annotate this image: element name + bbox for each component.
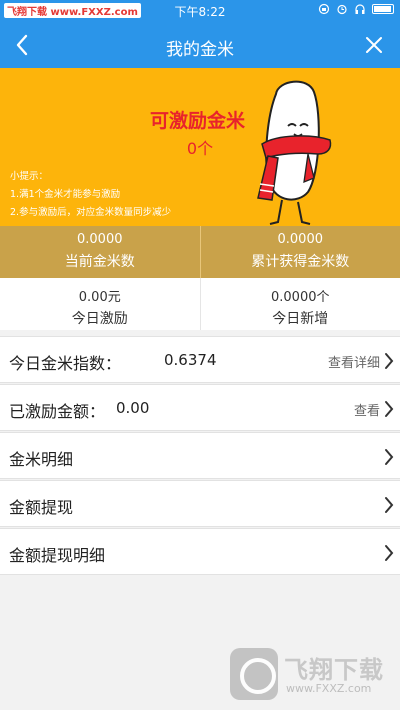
view-details-link[interactable]: 查看详细 bbox=[328, 352, 380, 371]
row-withdraw[interactable]: 金额提现 bbox=[0, 480, 400, 527]
reward-banner: 可激励金米 0个 小提示： 1.满1个金米才能参与激励 2.参与激励后，对应金米… bbox=[0, 68, 400, 226]
stat-value: 0.0000 bbox=[77, 232, 123, 247]
today-value: 0.0000个 bbox=[271, 290, 330, 305]
row-rice-details[interactable]: 金米明细 bbox=[0, 432, 400, 479]
stat-current: 0.0000 当前金米数 bbox=[0, 226, 200, 278]
battery-icon bbox=[372, 4, 394, 14]
row-label: 金额提现明细 bbox=[9, 546, 106, 565]
watermark-url: www.FXXZ.com bbox=[286, 682, 372, 695]
row-withdraw-details[interactable]: 金额提现明细 bbox=[0, 528, 400, 575]
headphones-icon bbox=[355, 4, 365, 14]
stat-total: 0.0000 累计获得金米数 bbox=[199, 226, 400, 278]
today-label: 今日新增 bbox=[272, 311, 329, 327]
nav-bar: 我的金米 bbox=[0, 22, 400, 68]
tip-item: 2.参与激励后，对应金米数量同步减少 bbox=[10, 207, 172, 218]
row-value: 0.00 bbox=[116, 399, 150, 417]
close-button[interactable] bbox=[360, 30, 388, 60]
today-new: 0.0000个 今日新增 bbox=[199, 278, 400, 330]
row-value: 0.6374 bbox=[164, 351, 217, 369]
chevron-right-icon bbox=[385, 449, 394, 465]
chevron-right-icon bbox=[385, 545, 394, 561]
view-link[interactable]: 查看 bbox=[354, 400, 380, 419]
close-icon bbox=[366, 37, 382, 53]
row-rice-index[interactable]: 今日金米指数： 0.6374 查看详细 bbox=[0, 336, 400, 383]
alarm-icon bbox=[337, 4, 347, 15]
footer-watermark: 飞翔下载 www.FXXZ.com bbox=[230, 648, 390, 700]
row-rewarded-amount[interactable]: 已激励金额： 0.00 查看 bbox=[0, 384, 400, 431]
row-label: 金额提现 bbox=[9, 498, 74, 517]
banner-count: 0个 bbox=[186, 139, 214, 158]
chevron-right-icon bbox=[385, 497, 394, 513]
stat-value: 0.0000 bbox=[277, 232, 324, 247]
row-label: 已激励金额： bbox=[9, 402, 106, 421]
tips-title: 小提示： bbox=[10, 171, 49, 182]
banner-tips: 小提示： 1.满1个金米才能参与激励 2.参与激励后，对应金米数量同步减少 bbox=[10, 168, 171, 222]
lock-rotation-icon bbox=[318, 3, 330, 15]
page-title: 我的金米 bbox=[166, 40, 234, 60]
today-label: 今日激励 bbox=[71, 311, 128, 327]
stat-label: 当前金米数 bbox=[64, 254, 135, 270]
today-stats: 0.00元 今日激励 0.0000个 今日新增 bbox=[0, 278, 400, 330]
rice-mascot-illustration bbox=[257, 80, 332, 225]
row-label: 金米明细 bbox=[9, 450, 74, 469]
stat-label: 累计获得金米数 bbox=[251, 254, 350, 270]
watermark-text: 飞翔下载 bbox=[284, 656, 384, 684]
row-label: 今日金米指数： bbox=[9, 354, 122, 373]
today-reward: 0.00元 今日激励 bbox=[0, 278, 200, 330]
status-icons bbox=[318, 3, 394, 15]
status-bar: 飞翔下载 www.FXXZ.com 下午8:22 bbox=[0, 0, 400, 22]
banner-headline: 可激励金米 bbox=[150, 110, 246, 132]
watermark-logo-icon bbox=[230, 648, 278, 700]
today-value: 0.00元 bbox=[78, 290, 121, 305]
chevron-right-icon bbox=[385, 353, 394, 369]
chevron-right-icon bbox=[385, 401, 394, 417]
rice-stats: 0.0000 当前金米数 0.0000 累计获得金米数 bbox=[0, 226, 400, 278]
tip-item: 1.满1个金米才能参与激励 bbox=[10, 189, 121, 200]
